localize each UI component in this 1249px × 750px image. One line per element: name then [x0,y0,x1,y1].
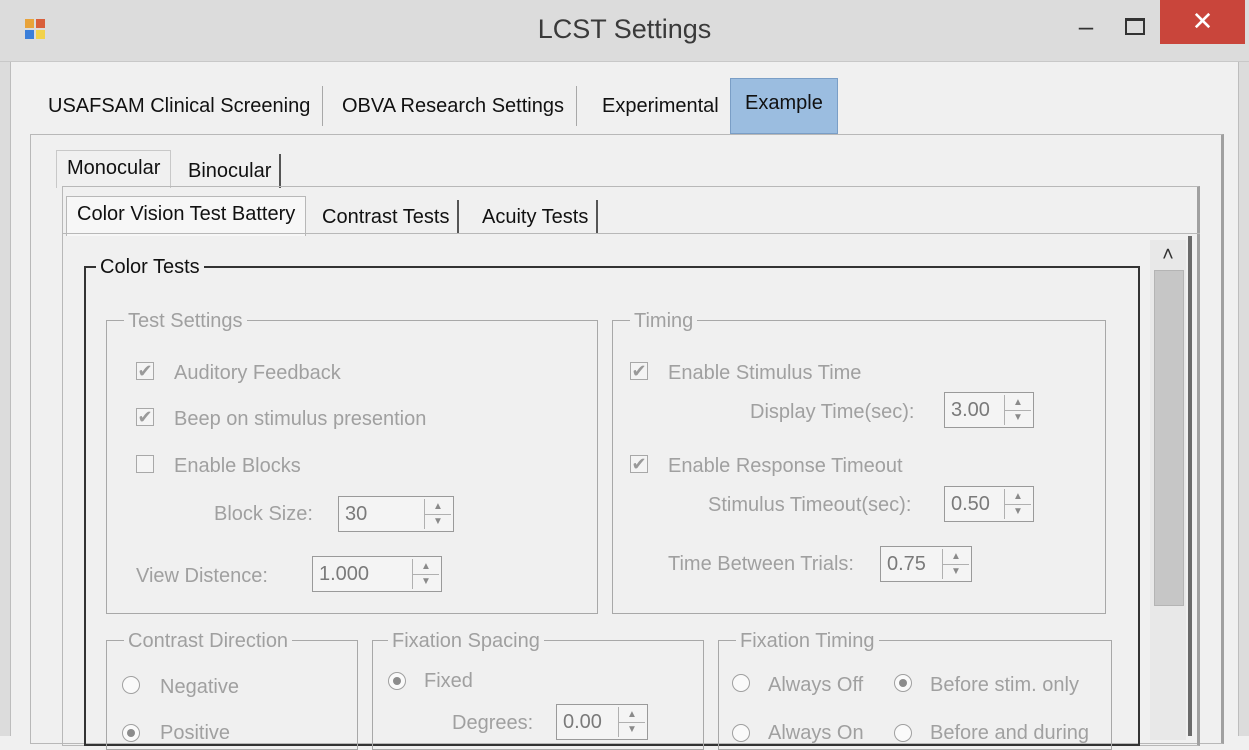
spin-up-icon[interactable]: ▲ [425,499,451,515]
block-size-spinner[interactable]: 30 ▲ ▼ [338,496,454,532]
tab-binocular[interactable]: Binocular [180,154,282,188]
display-time-value: 3.00 [951,399,990,421]
timing-title: Timing [630,310,698,333]
check-icon: ✔ [631,454,647,474]
close-button[interactable]: ✕ [1160,0,1245,44]
fixation-timing-title: Fixation Timing [736,630,879,653]
test-settings-title: Test Settings [124,310,247,333]
tab-usafsam[interactable]: USAFSAM Clinical Screening [36,86,324,126]
negative-label: Negative [160,676,239,698]
vertical-scrollbar[interactable]: ˄ [1150,240,1186,740]
before-during-label: Before and during [930,722,1090,744]
spin-up-icon[interactable]: ▲ [619,707,645,723]
color-tests-title: Color Tests [96,256,204,279]
degrees-label: Degrees: [452,712,534,734]
spin-up-icon[interactable]: ▲ [413,559,439,575]
display-time-spin-buttons[interactable]: ▲ ▼ [1004,395,1031,425]
time-between-value: 0.75 [887,553,926,575]
display-time-label: Display Time(sec): [750,401,915,423]
maximize-button[interactable] [1112,6,1156,46]
auditory-feedback-label: Auditory Feedback [174,362,341,384]
always-off-label: Always Off [768,674,864,696]
panel-divider [1188,236,1192,736]
spin-up-icon[interactable]: ▲ [1005,489,1031,505]
positive-radio[interactable] [122,724,140,742]
spin-up-icon[interactable]: ▲ [1005,395,1031,411]
spin-down-icon[interactable]: ▼ [1005,410,1031,425]
always-on-label: Always On [768,722,864,744]
time-between-spin-buttons[interactable]: ▲ ▼ [942,549,969,579]
spin-down-icon[interactable]: ▼ [1005,504,1031,519]
window-border-right [1238,62,1249,736]
beep-label: Beep on stimulus presention [174,408,427,430]
always-on-radio[interactable] [732,724,750,742]
beep-checkbox[interactable]: ✔ [136,408,154,426]
view-distance-value: 1.000 [319,563,370,585]
view-distance-spin-buttons[interactable]: ▲ ▼ [412,559,439,589]
auditory-feedback-checkbox[interactable]: ✔ [136,362,154,380]
stimulus-timeout-label: Stimulus Timeout(sec): [708,494,912,516]
fixation-spacing-title: Fixation Spacing [388,630,544,653]
tab-acuity-tests[interactable]: Acuity Tests [474,200,599,234]
tab-contrast-tests[interactable]: Contrast Tests [314,200,460,234]
before-during-radio[interactable] [894,724,912,742]
maximize-icon [1125,18,1145,35]
spin-down-icon[interactable]: ▼ [425,514,451,529]
spin-down-icon[interactable]: ▼ [413,574,439,589]
time-between-spinner[interactable]: 0.75 ▲ ▼ [880,546,972,582]
contrast-direction-title: Contrast Direction [124,630,293,653]
scroll-up-icon[interactable]: ˄ [1150,240,1186,270]
tab-example[interactable]: Example [730,78,838,134]
window-border-left [0,62,11,736]
enable-stimulus-time-checkbox[interactable]: ✔ [630,362,648,380]
degrees-spinner[interactable]: 0.00 ▲ ▼ [556,704,648,740]
before-only-radio[interactable] [894,674,912,692]
check-icon: ✔ [631,361,647,381]
display-time-spinner[interactable]: 3.00 ▲ ▼ [944,392,1034,428]
scroll-thumb[interactable] [1154,270,1184,606]
stimulus-timeout-value: 0.50 [951,493,990,515]
spin-down-icon[interactable]: ▼ [943,564,969,579]
tab-experimental[interactable]: Experimental [590,86,731,126]
fixed-radio[interactable] [388,672,406,690]
spin-down-icon[interactable]: ▼ [619,722,645,737]
check-icon: ✔ [137,407,153,427]
window-title: LCST Settings [537,14,712,44]
degrees-spin-buttons[interactable]: ▲ ▼ [618,707,645,737]
enable-stimulus-time-label: Enable Stimulus Time [668,362,862,384]
negative-radio[interactable] [122,676,140,694]
tab-color-vision[interactable]: Color Vision Test Battery [66,196,307,236]
always-off-radio[interactable] [732,674,750,692]
view-distance-label: View Distence: [136,565,268,587]
fixed-label: Fixed [424,670,473,692]
block-size-label: Block Size: [214,503,313,525]
view-distance-spinner[interactable]: 1.000 ▲ ▼ [312,556,442,592]
block-size-value: 30 [345,503,368,525]
spin-up-icon[interactable]: ▲ [943,549,969,565]
stimulus-timeout-spin-buttons[interactable]: ▲ ▼ [1004,489,1031,519]
block-size-spin-buttons[interactable]: ▲ ▼ [424,499,451,529]
before-only-label: Before stim. only [930,674,1079,696]
tab-monocular[interactable]: Monocular [56,150,172,188]
check-icon: ✔ [137,361,153,381]
enable-response-timeout-label: Enable Response Timeout [668,455,903,477]
stimulus-timeout-spinner[interactable]: 0.50 ▲ ▼ [944,486,1034,522]
tab-obva[interactable]: OBVA Research Settings [330,86,577,126]
positive-label: Positive [160,722,231,744]
minimize-button[interactable]: – [1066,6,1106,46]
enable-response-timeout-checkbox[interactable]: ✔ [630,455,648,473]
degrees-value: 0.00 [563,711,602,733]
fixation-spacing-group [372,640,704,750]
enable-blocks-label: Enable Blocks [174,455,301,477]
time-between-label: Time Between Trials: [668,553,854,575]
enable-blocks-checkbox[interactable] [136,455,154,473]
